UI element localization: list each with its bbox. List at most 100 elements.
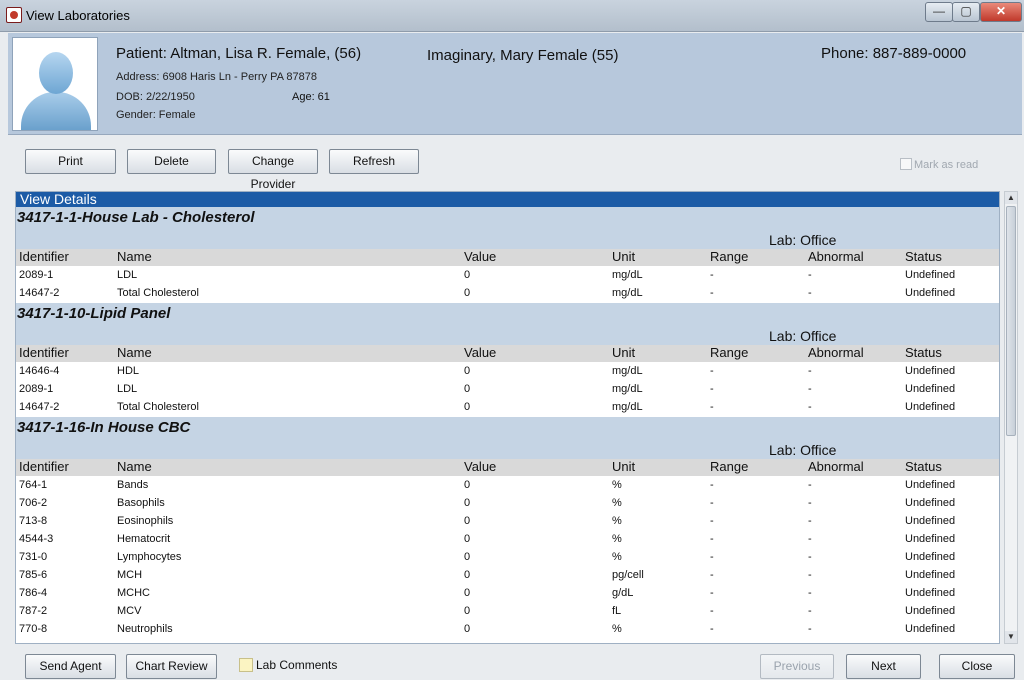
cell-value: 0 <box>464 533 471 545</box>
print-button[interactable]: Print <box>25 149 116 174</box>
table-row[interactable]: 14647-2 Total Cholesterol 0 mg/dL - - Undefine… <box>16 284 999 302</box>
provider-name: Imaginary, Mary Female (55) <box>427 47 619 64</box>
column-header-abnormal: Abnormal <box>808 249 864 264</box>
cell-identifier: 2089-1 <box>19 269 54 281</box>
cell-name: Total Cholesterol <box>117 287 199 299</box>
patient-address: Address: 6908 Haris Ln - Perry PA 87878 <box>116 71 317 83</box>
cell-identifier: 731-0 <box>19 551 48 563</box>
mark-as-read-checkbox[interactable]: Mark as read <box>900 158 978 171</box>
cell-status: Undefined <box>905 623 956 635</box>
cell-status: Undefined <box>905 605 956 617</box>
cell-abnormal: - <box>808 569 812 581</box>
change-provider-button[interactable]: Change Provider <box>228 149 318 191</box>
cell-status: Undefined <box>905 533 956 545</box>
cell-name: Lymphocytes <box>117 551 182 563</box>
lab-comments-label: Lab Comments <box>256 658 338 672</box>
cell-identifier: 787-2 <box>19 605 48 617</box>
maximize-button[interactable]: ▢ <box>952 2 980 22</box>
cell-status: Undefined <box>905 365 956 377</box>
app-icon <box>6 7 22 23</box>
table-row[interactable]: 785-6 MCH 0 pg/cell - - Undefined <box>16 566 999 584</box>
cell-status: Undefined <box>905 569 956 581</box>
scroll-thumb[interactable] <box>1006 206 1016 436</box>
table-row[interactable]: 14647-2 Total Cholesterol 0 mg/dL - - Undefine… <box>16 398 999 416</box>
vertical-scrollbar[interactable]: ▲ ▼ <box>1004 191 1018 644</box>
cell-status: Undefined <box>905 587 956 599</box>
cell-value: 0 <box>464 269 471 281</box>
cell-abnormal: - <box>808 587 812 599</box>
send-agent-button[interactable]: Send Agent <box>25 654 116 679</box>
table-row[interactable]: 764-1 Bands 0% - - Undefined <box>16 476 999 494</box>
column-header-unit: Unit <box>612 249 636 264</box>
cell-identifier: 764-1 <box>19 479 48 491</box>
chart-review-button[interactable]: Chart Review <box>126 654 217 679</box>
cell-name: LDL <box>117 269 138 281</box>
table-row[interactable]: 706-2 Basophils 0% - - Undefined <box>16 494 999 512</box>
table-row[interactable]: 14646-4 HDL 0 mg/dL - - Undefined <box>16 362 999 380</box>
patient-avatar <box>12 37 98 131</box>
cell-abnormal: - <box>808 365 812 377</box>
column-header-status: Status <box>905 345 942 360</box>
column-header-identifier: Identifier <box>19 345 69 360</box>
patient-age: Age: 61 <box>292 91 330 103</box>
cell-abnormal: - <box>808 623 812 635</box>
patient-header: Patient: Altman, Lisa R. Female, (56) Ad… <box>8 33 1022 135</box>
lab-location-text: Lab: Office <box>769 328 837 344</box>
table-row[interactable]: 2089-1 LDL 0 mg/dL - - Undefined <box>16 380 999 398</box>
refresh-button[interactable]: Refresh <box>329 149 419 174</box>
previous-button[interactable]: Previous <box>760 654 834 679</box>
table-row[interactable]: 713-8 Eosinophils 0% - - Undefined <box>16 512 999 530</box>
cell-range: - <box>710 269 714 281</box>
minimize-button[interactable]: — <box>925 2 953 22</box>
checkbox-icon[interactable] <box>900 158 912 170</box>
window-title: View Laboratories <box>26 8 130 23</box>
cell-identifier: 2089-1 <box>19 383 54 395</box>
column-header-value: Value <box>464 459 497 474</box>
cell-abnormal: - <box>808 551 812 563</box>
table-row[interactable]: 2089-1 LDL 0 mg/dL - - Undefined <box>16 266 999 284</box>
cell-range: - <box>710 479 714 491</box>
column-header-abnormal: Abnormal <box>808 345 864 360</box>
delete-button[interactable]: Delete <box>127 149 216 174</box>
cell-identifier: 770-8 <box>19 623 48 635</box>
window-close-button[interactable]: ✕ <box>980 2 1022 22</box>
view-details-header: View Details <box>16 192 999 207</box>
scroll-up-icon[interactable]: ▲ <box>1005 192 1017 204</box>
cell-status: Undefined <box>905 551 956 563</box>
cell-abnormal: - <box>808 287 812 299</box>
table-row[interactable]: 770-8 Neutrophils 0% - - Undefined <box>16 620 999 638</box>
cell-unit: mg/dL <box>612 287 643 299</box>
lab-location: Lab: Office <box>16 232 999 249</box>
column-header-range: Range <box>710 249 749 264</box>
table-row[interactable]: 786-4 MCHC 0 g/dL - - Undefined <box>16 584 999 602</box>
cell-unit: % <box>612 497 622 509</box>
cell-value: 0 <box>464 623 471 635</box>
lab-comments-color-icon <box>239 658 253 672</box>
cell-name: Basophils <box>117 497 165 509</box>
mark-as-read-label: Mark as read <box>914 159 979 171</box>
column-header-abnormal: Abnormal <box>808 459 864 474</box>
cell-status: Undefined <box>905 401 956 413</box>
avatar-head-icon <box>39 52 73 94</box>
cell-identifier: 713-8 <box>19 515 48 527</box>
close-button[interactable]: Close <box>939 654 1015 679</box>
cell-unit: mg/dL <box>612 365 643 377</box>
cell-range: - <box>710 383 714 395</box>
column-header-status: Status <box>905 459 942 474</box>
next-button[interactable]: Next <box>846 654 921 679</box>
cell-value: 0 <box>464 287 471 299</box>
scroll-down-icon[interactable]: ▼ <box>1005 631 1017 643</box>
cell-range: - <box>710 551 714 563</box>
lab-comments-toggle[interactable]: Lab Comments <box>239 658 337 672</box>
avatar-silhouette-icon <box>21 92 91 130</box>
column-header-name: Name <box>117 459 152 474</box>
table-row[interactable]: 4544-3 Hematocrit 0% - - Undefined <box>16 530 999 548</box>
cell-value: 0 <box>464 551 471 563</box>
cell-name: MCH <box>117 569 143 581</box>
table-row[interactable]: 731-0 Lymphocytes 0% - - Undefined <box>16 548 999 566</box>
table-row[interactable]: 787-2 MCV 0 fL - - Undefined <box>16 602 999 620</box>
patient-name: Patient: Altman, Lisa R. Female, (56) <box>116 45 362 62</box>
lab-details-view[interactable]: View Details 3417-1-1-House Lab - Choles… <box>15 191 1000 644</box>
column-header-name: Name <box>117 345 152 360</box>
cell-name: Neutrophils <box>117 623 173 635</box>
